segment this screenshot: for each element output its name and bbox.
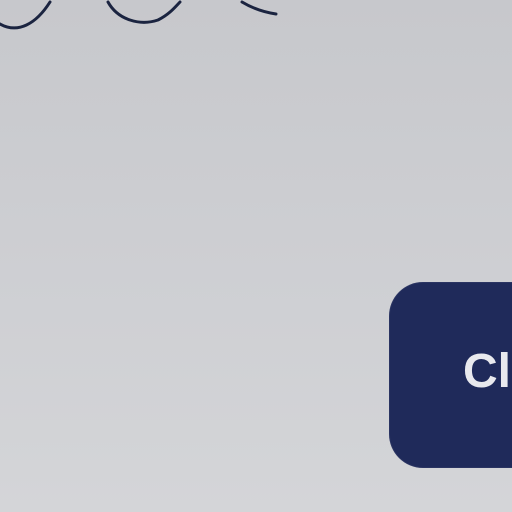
primary-action-button[interactable]: Cl xyxy=(389,282,512,468)
squiggle-stroke-icon xyxy=(0,0,278,30)
screen: Cl xyxy=(0,0,512,512)
primary-action-button-label: Cl xyxy=(463,345,511,398)
